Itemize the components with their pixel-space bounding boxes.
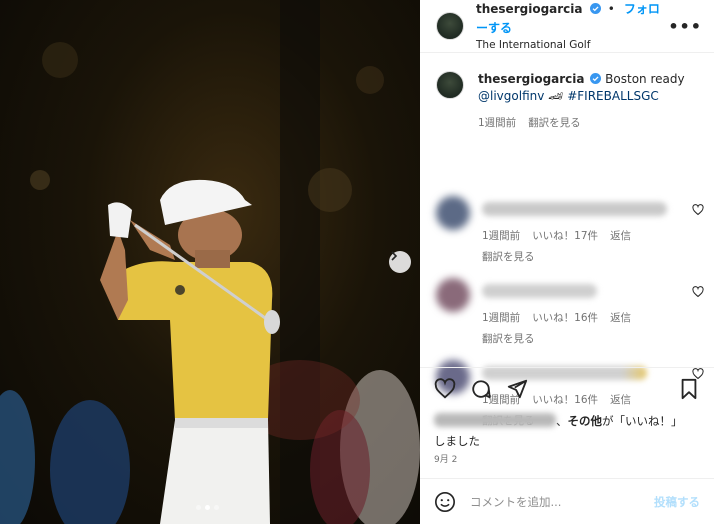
comment-time[interactable]: 1週間前	[482, 228, 520, 243]
avatar[interactable]	[436, 12, 464, 40]
post-comment-button[interactable]: 投稿する	[654, 494, 700, 510]
liked-by-blurred[interactable]	[434, 413, 556, 427]
caption-avatar[interactable]	[436, 71, 464, 99]
carousel-next-button[interactable]	[389, 251, 411, 273]
post-side-panel: thesergiogarcia • フォローする The Internation…	[420, 0, 714, 524]
comment-reply-button[interactable]: 返信	[610, 228, 631, 243]
carousel-dot-active	[205, 505, 210, 510]
header-meta: thesergiogarcia • フォローする The Internation…	[476, 0, 668, 54]
comment-item: 1週間前 いいね！17件 返信 翻訳を見る	[420, 196, 714, 264]
comment-avatar[interactable]	[436, 278, 470, 312]
heart-icon[interactable]	[434, 377, 456, 400]
golfer-photo-illustration	[0, 0, 420, 524]
bookmark-icon[interactable]	[678, 378, 700, 400]
likes-suffix-2: が「いいね！」	[602, 414, 683, 428]
likes-summary: 、その他が「いいね！」 しました	[434, 411, 704, 451]
caption-text: Boston ready	[605, 72, 685, 86]
comment-likes[interactable]: いいね！16件	[532, 310, 598, 325]
carousel-dot	[196, 505, 201, 510]
more-options-icon[interactable]: •••	[668, 17, 702, 36]
post-actions	[420, 367, 714, 409]
comment-heart-icon[interactable]	[692, 204, 704, 216]
carousel-indicator	[196, 505, 219, 510]
header-username[interactable]: thesergiogarcia	[476, 2, 583, 16]
send-icon[interactable]	[506, 378, 528, 400]
location-link[interactable]: The International Golf	[476, 37, 668, 54]
post-date[interactable]: 9月 2	[434, 452, 457, 465]
comment-item: 1週間前 いいね！16件 返信 翻訳を見る	[420, 278, 714, 346]
verified-badge-icon	[589, 2, 601, 14]
post-header: thesergiogarcia • フォローする The Internation…	[420, 0, 714, 53]
header-separator: •	[607, 1, 615, 16]
comment-body: 1週間前 いいね！16件 返信 翻訳を見る	[482, 278, 698, 346]
comment-likes[interactable]: いいね！17件	[532, 228, 598, 243]
comment-time[interactable]: 1週間前	[482, 310, 520, 325]
caption-time[interactable]: 1週間前	[478, 115, 516, 132]
post-photo[interactable]	[0, 0, 420, 524]
comment-heart-icon[interactable]	[692, 286, 704, 298]
post-caption: thesergiogarcia Boston ready @livgolfinv…	[420, 53, 714, 188]
likes-others-link[interactable]: その他	[568, 414, 603, 428]
comment-text-blurred	[482, 284, 597, 298]
comment-text-blurred	[482, 202, 667, 216]
verified-badge-icon	[590, 73, 602, 84]
comment-input[interactable]	[470, 494, 654, 509]
caption-translate[interactable]: 翻訳を見る	[528, 115, 581, 132]
comment-avatar[interactable]	[436, 196, 470, 230]
caption-mention[interactable]: @livgolfinv	[478, 89, 544, 103]
carousel-dot	[214, 505, 219, 510]
comment-icon[interactable]	[470, 378, 492, 400]
comment-body: 1週間前 いいね！17件 返信 翻訳を見る	[482, 196, 698, 264]
caption-username[interactable]: thesergiogarcia	[478, 72, 585, 86]
add-comment-bar: 投稿する	[420, 478, 714, 524]
likes-suffix-1: 、	[556, 414, 568, 428]
comment-reply-button[interactable]: 返信	[610, 310, 631, 325]
likes-suffix-3: しました	[434, 434, 480, 448]
emoji-icon[interactable]	[434, 491, 456, 513]
comment-translate[interactable]: 翻訳を見る	[482, 249, 698, 264]
comment-translate[interactable]: 翻訳を見る	[482, 331, 698, 346]
caption-emoji: 🏎	[548, 89, 564, 103]
caption-hashtag[interactable]: #FIREBALLSGC	[567, 89, 659, 103]
chevron-right-icon	[391, 251, 398, 261]
caption-body: thesergiogarcia Boston ready @livgolfinv…	[478, 71, 685, 188]
